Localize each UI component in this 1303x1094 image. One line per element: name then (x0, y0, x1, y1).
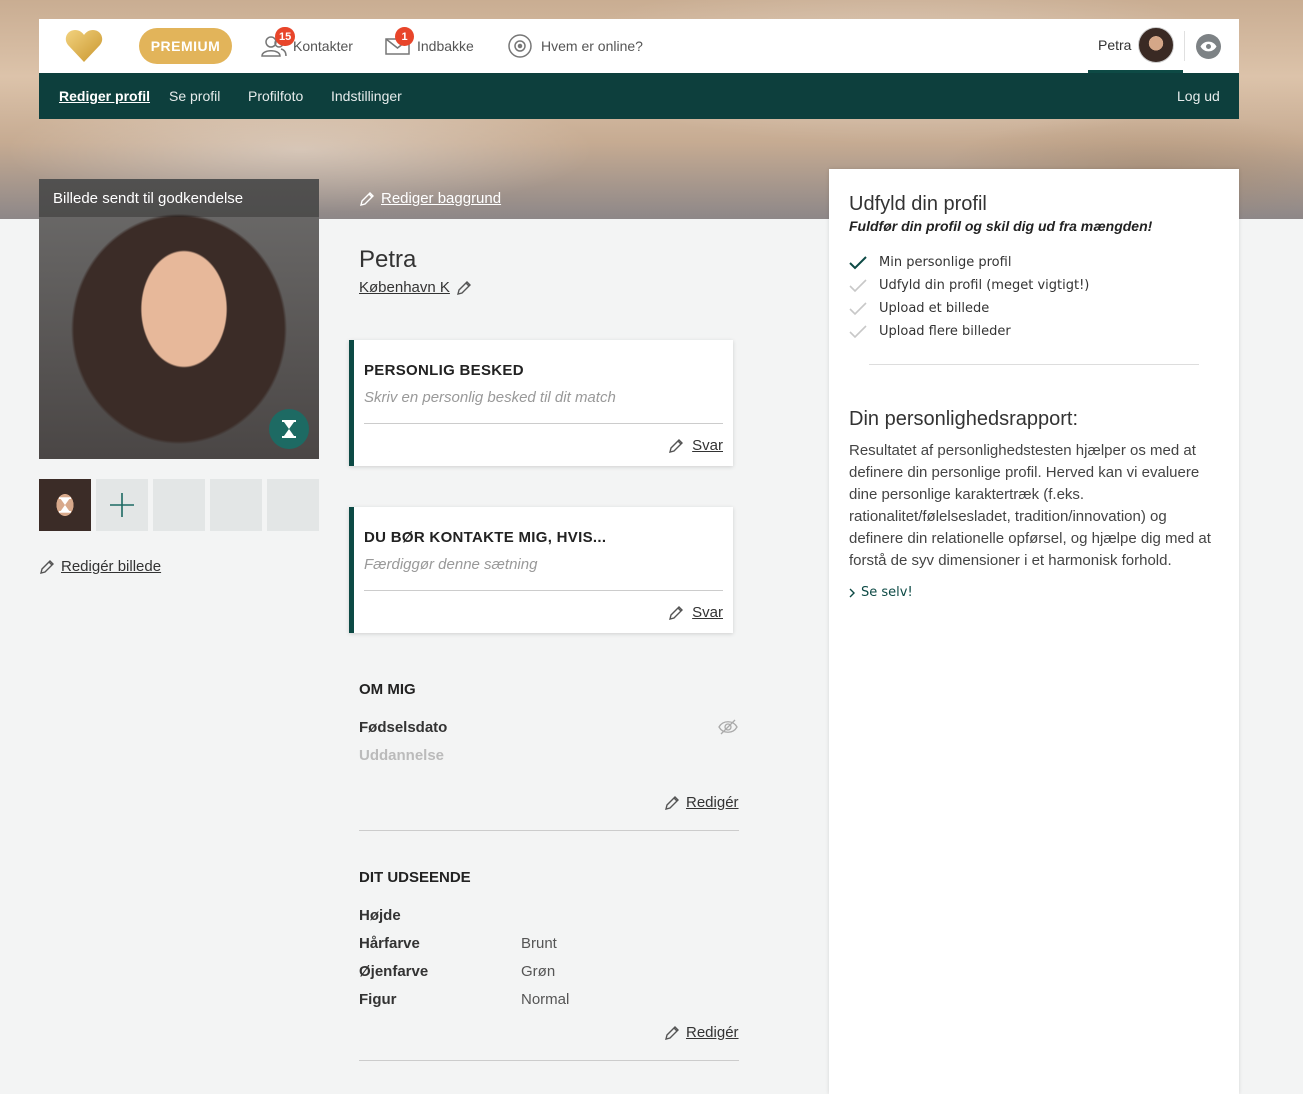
eye-color-label: Øjenfarve (359, 963, 429, 980)
hidden-eye-icon[interactable] (718, 719, 738, 735)
checklist-item[interactable]: Min personlige profil (849, 255, 1011, 270)
panel-subtitle: Fuldfør din profil og skil dig ud fra mæ… (849, 218, 1153, 234)
checklist-label: Udfyld din profil (meget vigtigt!) (879, 278, 1090, 293)
divider (359, 1060, 739, 1061)
subnav-profile-photo[interactable]: Profilfoto (248, 88, 303, 104)
checklist-item[interactable]: Udfyld din profil (meget vigtigt!) (849, 278, 1089, 293)
personality-report-text: Resultatet af personlighedstesten hjælpe… (849, 442, 1211, 569)
edit-background-label: Rediger baggrund (381, 190, 502, 207)
reply-button[interactable]: Svar (668, 604, 723, 621)
personality-report-title: Din personlighedsrapport: (849, 408, 1079, 430)
pencil-icon (669, 605, 684, 620)
who-is-online-link[interactable]: Hvem er online? (507, 19, 643, 73)
contact-me-if-card: DU BØR KONTAKTE MIG, HVIS... Færdiggør d… (349, 507, 733, 633)
plus-icon (110, 493, 134, 517)
chevron-right-icon (849, 588, 855, 597)
contacts-count-badge: 15 (275, 27, 296, 46)
hair-color-label: Hårfarve (359, 935, 420, 952)
height-label: Højde (359, 907, 401, 924)
add-photo-button[interactable] (96, 479, 148, 531)
online-radar-icon (508, 34, 532, 58)
hair-color-value: Brunt (521, 935, 557, 952)
education-label: Uddannelse (359, 747, 445, 764)
profile-name: Petra (359, 246, 417, 273)
contact-me-if-input[interactable]: Færdiggør denne sætning (364, 556, 537, 573)
avatar (1138, 26, 1175, 63)
top-bar: PREMIUM Kontakter 15 Indbakke 1 Hvem er … (39, 19, 1239, 73)
check-icon (849, 324, 867, 338)
divider (359, 830, 739, 831)
edit-photo-link[interactable]: Redigér billede (39, 558, 161, 575)
divider (364, 590, 723, 591)
user-name: Petra (1098, 36, 1132, 53)
empty-photo-slot[interactable] (210, 479, 262, 531)
checklist-item[interactable]: Upload et billede (849, 301, 989, 316)
inbox-count-badge: 1 (395, 27, 414, 46)
empty-photo-slot[interactable] (153, 479, 205, 531)
thumbnail-photo[interactable] (39, 479, 91, 531)
inbox-link[interactable]: Indbakke 1 (385, 19, 474, 73)
figure-value: Normal (521, 991, 570, 1008)
divider (364, 423, 723, 424)
pencil-icon (665, 795, 679, 810)
contacts-label: Kontakter (293, 38, 353, 54)
edit-label: Redigér (686, 794, 739, 811)
pencil-icon (456, 280, 471, 295)
reply-label: Svar (692, 604, 723, 621)
personal-message-input[interactable]: Skriv en personlig besked til dit match (364, 389, 616, 406)
photo-pending-caption: Billede sendt til godkendelse (39, 179, 319, 217)
divider (869, 364, 1199, 365)
card-title: PERSONLIG BESKED (364, 362, 524, 379)
panel-title: Udfyld din profil (849, 193, 987, 215)
edit-appearance-button[interactable]: Redigér (664, 1024, 739, 1041)
reply-label: Svar (692, 437, 723, 454)
subnav-settings[interactable]: Indstillinger (331, 88, 402, 104)
checklist-label: Min personlige profil (879, 255, 1012, 270)
user-menu[interactable]: Petra (1088, 19, 1183, 73)
hourglass-icon (59, 497, 71, 513)
heart-logo-icon[interactable] (65, 29, 103, 63)
profile-completion-panel: Udfyld din profil Fuldfør din profil og … (829, 169, 1239, 1094)
contacts-link[interactable]: Kontakter 15 (261, 19, 353, 73)
logout-link[interactable]: Log ud (1177, 88, 1220, 104)
sub-navigation: Rediger profil Se profil Profilfoto Inds… (39, 73, 1239, 119)
check-icon (849, 301, 867, 315)
check-icon (849, 255, 867, 269)
checklist-item[interactable]: Upload flere billeder (849, 324, 1011, 339)
photo-thumbnails (39, 479, 319, 531)
checklist-label: Upload flere billeder (879, 324, 1011, 339)
reply-button[interactable]: Svar (668, 437, 723, 454)
card-title: DU BØR KONTAKTE MIG, HVIS... (364, 529, 607, 546)
edit-label: Redigér (686, 1024, 739, 1041)
premium-button[interactable]: PREMIUM (139, 28, 232, 64)
checklist-label: Upload et billede (879, 301, 990, 316)
edit-background-link[interactable]: Rediger baggrund (359, 190, 501, 207)
figure-label: Figur (359, 991, 397, 1008)
city-label: København K (359, 279, 450, 296)
subnav-view-profile[interactable]: Se profil (169, 88, 220, 104)
eye-color-value: Grøn (521, 963, 556, 980)
see-yourself-link[interactable]: Se selv! (849, 585, 913, 600)
pencil-icon (669, 438, 684, 453)
profile-photo[interactable]: Billede sendt til godkendelse (39, 179, 319, 459)
subnav-edit-profile[interactable]: Rediger profil (59, 88, 150, 104)
pencil-icon (665, 1025, 679, 1040)
pencil-icon (360, 191, 374, 206)
edit-photo-label: Redigér billede (61, 558, 162, 575)
check-icon (849, 278, 867, 292)
appearance-title: DIT UDSEENDE (359, 869, 471, 886)
pencil-icon (40, 559, 54, 574)
inbox-label: Indbakke (417, 38, 474, 54)
see-yourself-label: Se selv! (861, 585, 913, 600)
empty-photo-slot[interactable] (267, 479, 319, 531)
preview-eye-icon[interactable] (1196, 34, 1221, 59)
divider (1184, 31, 1185, 61)
hourglass-icon (269, 409, 309, 449)
edit-about-button[interactable]: Redigér (664, 794, 739, 811)
birthdate-label: Fødselsdato (359, 719, 448, 736)
online-label: Hvem er online? (541, 38, 643, 54)
personal-message-card: PERSONLIG BESKED Skriv en personlig besk… (349, 340, 733, 466)
about-me-title: OM MIG (359, 681, 416, 698)
profile-city-link[interactable]: København K (359, 279, 472, 296)
